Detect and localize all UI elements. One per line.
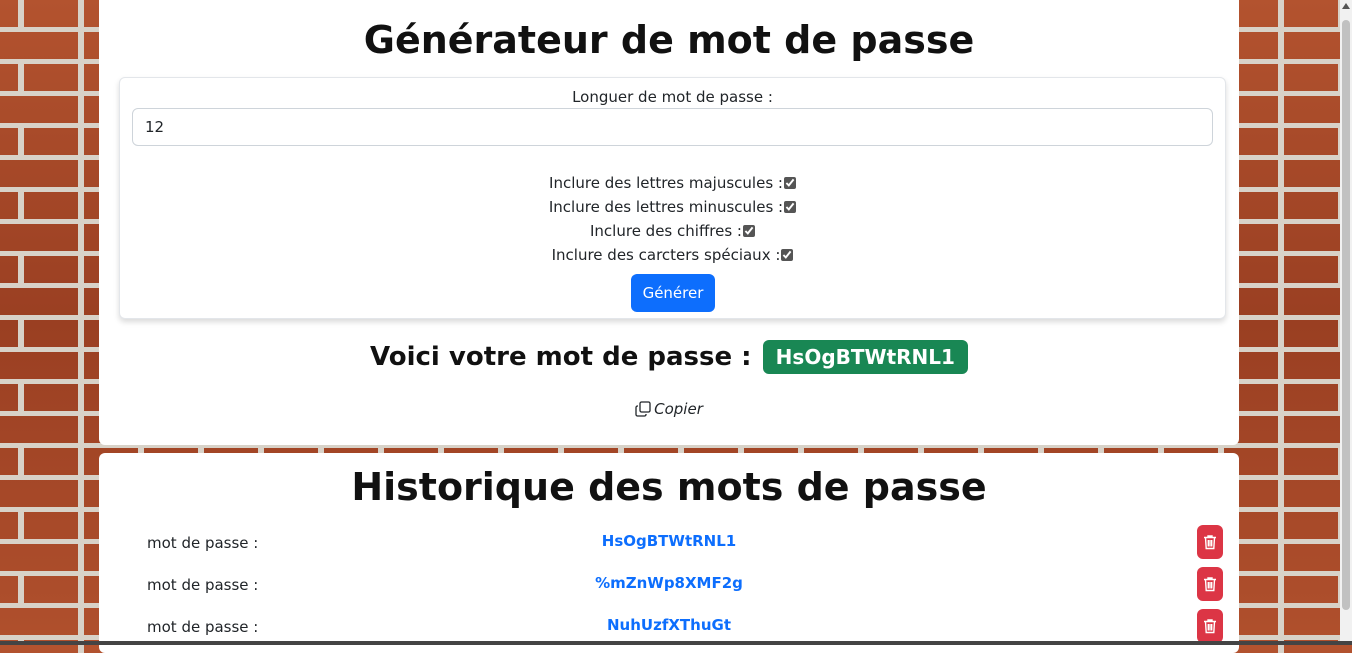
result-line: Voici votre mot de passe : HsOgBTWtRNL1	[99, 340, 1239, 374]
special-checkbox[interactable]	[781, 249, 794, 261]
scroll-up-arrow-icon[interactable]	[1342, 3, 1350, 9]
option-special: Inclure des carcters spéciaux :	[120, 246, 1225, 264]
delete-button[interactable]	[1197, 525, 1223, 559]
history-row: mot de passe : HsOgBTWtRNL1	[99, 525, 1239, 559]
history-title: Historique des mots de passe	[351, 465, 987, 509]
option-lowercase: Inclure des lettres minuscules :	[120, 198, 1225, 216]
option-uppercase: Inclure des lettres majuscules :	[120, 174, 1225, 192]
history-row-password: NuhUzfXThuGt	[607, 616, 731, 634]
history-row: mot de passe : NuhUzfXThuGt	[99, 609, 1239, 643]
result-label: Voici votre mot de passe :	[370, 342, 752, 372]
copy-button[interactable]: Copier	[99, 400, 1239, 418]
uppercase-checkbox[interactable]	[783, 177, 796, 189]
option-lowercase-label: Inclure des lettres minuscules :	[548, 198, 784, 216]
generator-form: Longuer de mot de passe : Inclure des le…	[119, 77, 1226, 319]
trash-icon	[1204, 577, 1216, 592]
window-bottom-edge	[0, 641, 1352, 645]
lowercase-checkbox[interactable]	[784, 201, 797, 213]
option-digits-label: Inclure des chiffres :	[590, 222, 742, 240]
history-row-password: HsOgBTWtRNL1	[601, 532, 737, 550]
delete-button[interactable]	[1197, 609, 1223, 643]
generate-button[interactable]: Générer	[631, 274, 715, 312]
history-row-password: %mZnWp8XMF2g	[595, 574, 743, 592]
page-title: Générateur de mot de passe	[363, 18, 975, 62]
copy-label: Copier	[654, 400, 703, 418]
history-card: Historique des mots de passe mot de pass…	[99, 453, 1239, 653]
history-row: mot de passe : %mZnWp8XMF2g	[99, 567, 1239, 601]
scrollbar[interactable]	[1340, 0, 1352, 645]
option-uppercase-label: Inclure des lettres majuscules :	[549, 174, 783, 192]
delete-button[interactable]	[1197, 567, 1223, 601]
trash-icon	[1204, 619, 1216, 634]
password-badge: HsOgBTWtRNL1	[762, 340, 968, 374]
option-special-label: Inclure des carcters spéciaux :	[551, 246, 781, 264]
trash-icon	[1204, 535, 1216, 550]
length-label: Longuer de mot de passe :	[572, 88, 773, 106]
scrollbar-thumb[interactable]	[1342, 20, 1350, 610]
length-input[interactable]	[132, 108, 1213, 146]
copy-icon	[635, 401, 651, 417]
option-digits: Inclure des chiffres :	[120, 222, 1225, 240]
digits-checkbox[interactable]	[742, 225, 755, 237]
generator-card: Générateur de mot de passe Longuer de mo…	[99, 0, 1239, 445]
